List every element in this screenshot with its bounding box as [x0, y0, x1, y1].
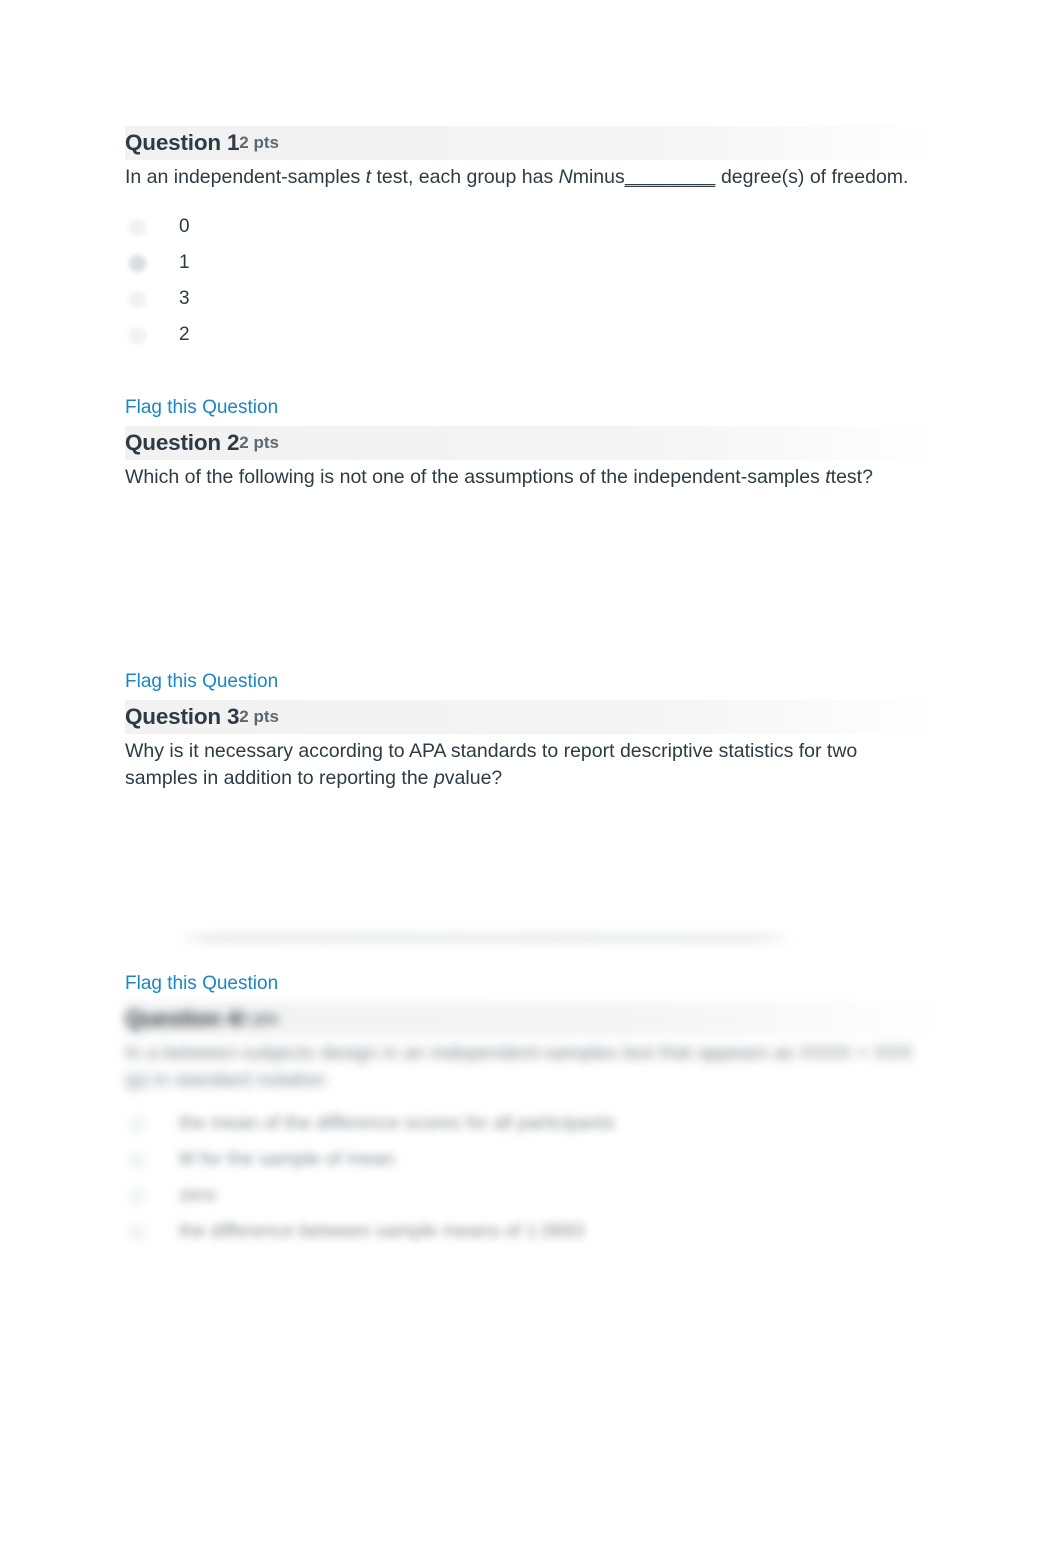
option-row[interactable]: 1 [125, 245, 940, 281]
radio-button-icon[interactable] [129, 254, 146, 272]
question-3-text: Why is it necessary according to APA sta… [125, 734, 925, 792]
question-1-text-part-b: test, each group has [371, 166, 559, 188]
question-4-title: Question 4 [125, 1006, 240, 1031]
question-1-header: Question 1 2 pts [125, 126, 940, 160]
question-1-text-part-c: minus [572, 166, 625, 188]
radio-button-icon[interactable] [129, 290, 146, 308]
option-row[interactable]: M for the sample of mean [125, 1142, 940, 1178]
question-1-italic-n: N [558, 166, 573, 188]
option-label: 0 [179, 216, 190, 237]
option-label: the difference between sample means of 1… [179, 1221, 585, 1242]
question-4-points: 2 pts [239, 1009, 279, 1028]
question-block-1: Question 1 2 pts In an independent-sampl… [125, 126, 940, 353]
flag-this-question-link-2[interactable]: Flag this Question [125, 670, 940, 694]
question-block-4: Flag this Question Question 4 2 pts In a… [125, 972, 940, 1250]
question-1-options: 0 1 3 2 [125, 209, 940, 353]
question-2-answers-blank-area [125, 491, 940, 671]
option-label: the mean of the difference scores for al… [179, 1113, 615, 1134]
option-row[interactable]: 2 [125, 317, 940, 353]
radio-button-icon[interactable] [129, 1187, 146, 1205]
option-row[interactable]: the difference between sample means of 1… [125, 1214, 940, 1250]
option-label: zero [179, 1185, 216, 1206]
question-1-text: In an independent-samples t test, each g… [125, 160, 925, 191]
option-row[interactable]: zero [125, 1178, 940, 1214]
question-3-text-part-b: value? [444, 767, 503, 789]
quiz-page: Question 1 2 pts In an independent-sampl… [0, 0, 1062, 1556]
option-label: 2 [179, 324, 190, 345]
radio-button-icon[interactable] [129, 218, 146, 236]
question-2-text-part-a: Which of the following is not one of the… [125, 466, 826, 488]
option-label: 3 [179, 288, 190, 309]
question-2-text-part-b: test? [830, 466, 873, 488]
question-1-text-part-d: degree(s) of freedom. [715, 166, 909, 188]
question-4-options: the mean of the difference scores for al… [125, 1106, 940, 1250]
flag-this-question-link-3[interactable]: Flag this Question [125, 972, 940, 996]
question-4-obscured-header-and-text: Question 4 2 pts In a between-subjects d… [125, 1002, 940, 1094]
question-1-points: 2 pts [239, 133, 279, 152]
question-1-text-part-a: In an independent-samples [125, 166, 366, 188]
radio-button-icon[interactable] [129, 326, 146, 344]
flag-this-question-link-1[interactable]: Flag this Question [125, 396, 940, 420]
question-2-title: Question 2 [125, 430, 240, 455]
question-4-text: In a between-subjects design in an indep… [125, 1036, 925, 1094]
question-2-header: Question 2 2 pts [125, 426, 940, 460]
redacted-faint-text-line [175, 932, 795, 944]
option-label: M for the sample of mean [179, 1149, 395, 1170]
question-4-text-line-2: in standard notation [154, 1069, 326, 1091]
question-1-title: Question 1 [125, 130, 240, 155]
question-3-title: Question 3 [125, 704, 240, 729]
question-4-header: Question 4 2 pts [125, 1002, 940, 1036]
radio-button-icon[interactable] [129, 1223, 146, 1241]
question-2-text: Which of the following is not one of the… [125, 460, 925, 491]
option-row[interactable]: 0 [125, 209, 940, 245]
option-row[interactable]: 3 [125, 281, 940, 317]
option-row[interactable]: the mean of the difference scores for al… [125, 1106, 940, 1142]
option-label: 1 [179, 252, 190, 273]
radio-button-icon[interactable] [129, 1151, 146, 1169]
question-block-2: Flag this Question Question 2 2 pts Whic… [125, 396, 940, 671]
question-2-points: 2 pts [239, 433, 279, 452]
radio-button-icon[interactable] [129, 1115, 146, 1133]
question-3-header: Question 3 2 pts [125, 700, 940, 734]
question-3-italic-p: p [433, 767, 445, 789]
question-1-blank: ________ [624, 166, 716, 188]
question-block-3: Flag this Question Question 3 2 pts Why … [125, 670, 940, 952]
question-3-answers-blank-area [125, 792, 940, 952]
question-3-points: 2 pts [239, 707, 279, 726]
